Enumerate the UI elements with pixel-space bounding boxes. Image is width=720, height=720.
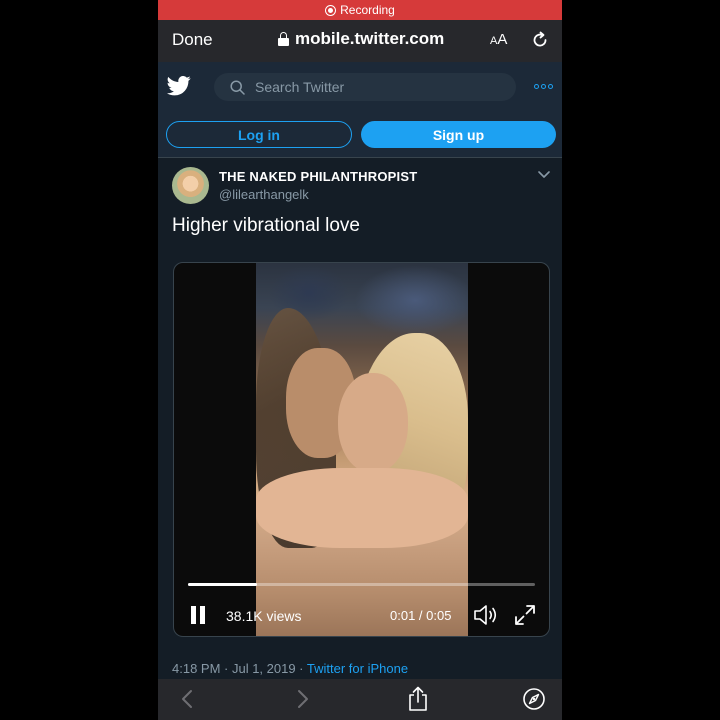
chevron-down-icon[interactable] [538, 171, 550, 179]
safari-toolbar [158, 679, 562, 720]
video-progress-bar[interactable] [188, 583, 535, 586]
avatar[interactable] [172, 167, 209, 204]
text-size-big-a: A [497, 31, 508, 48]
twitter-header: Search Twitter [158, 62, 562, 112]
share-icon[interactable] [406, 686, 430, 712]
forward-icon[interactable] [296, 689, 310, 709]
text-size-button[interactable]: AA [490, 31, 507, 48]
url-text: mobile.twitter.com [295, 29, 445, 48]
compass-icon[interactable] [522, 687, 546, 711]
video-player[interactable]: 38.1K views 0:01 / 0:05 [173, 262, 550, 637]
search-placeholder: Search Twitter [255, 79, 345, 95]
video-time: 0:01 / 0:05 [390, 608, 452, 623]
video-progress-fill [188, 583, 258, 586]
safari-address-bar: Done mobile.twitter.com AA [158, 20, 562, 62]
search-input[interactable]: Search Twitter [214, 73, 516, 101]
display-name[interactable]: THE NAKED PHILANTHROPIST [219, 169, 417, 184]
video-frame [256, 263, 468, 636]
tweet-timestamp[interactable]: 4:18 PM · Jul 1, 2019 · [172, 661, 307, 676]
volume-icon[interactable] [473, 603, 499, 627]
back-icon[interactable] [180, 689, 194, 709]
reload-icon[interactable] [530, 30, 550, 50]
url-field[interactable]: mobile.twitter.com [278, 29, 444, 49]
recording-label: Recording [340, 3, 395, 17]
twitter-bird-icon[interactable] [167, 76, 191, 96]
login-button[interactable]: Log in [166, 121, 352, 148]
recording-indicator[interactable]: Recording [158, 0, 562, 20]
video-figure-right-face [338, 373, 408, 473]
more-icon[interactable] [534, 84, 553, 89]
auth-row: Log in Sign up [158, 112, 562, 158]
tweet-text: Higher vibrational love [172, 215, 360, 236]
tweet-meta: 4:18 PM · Jul 1, 2019 · Twitter for iPho… [172, 661, 408, 676]
video-figure-arm [256, 468, 468, 548]
lock-icon [278, 32, 289, 46]
pause-icon[interactable] [191, 606, 205, 624]
done-button[interactable]: Done [172, 30, 213, 50]
handle[interactable]: @lilearthangelk [219, 187, 309, 202]
signup-button[interactable]: Sign up [361, 121, 556, 148]
record-icon [325, 4, 337, 16]
tweet: THE NAKED PHILANTHROPIST @lilearthangelk… [158, 159, 562, 679]
search-icon [230, 79, 245, 95]
tweet-source[interactable]: Twitter for iPhone [307, 661, 408, 676]
fullscreen-icon[interactable] [513, 603, 537, 627]
view-count: 38.1K views [226, 608, 302, 624]
phone-screen: Recording Done mobile.twitter.com AA Sea… [158, 0, 562, 720]
